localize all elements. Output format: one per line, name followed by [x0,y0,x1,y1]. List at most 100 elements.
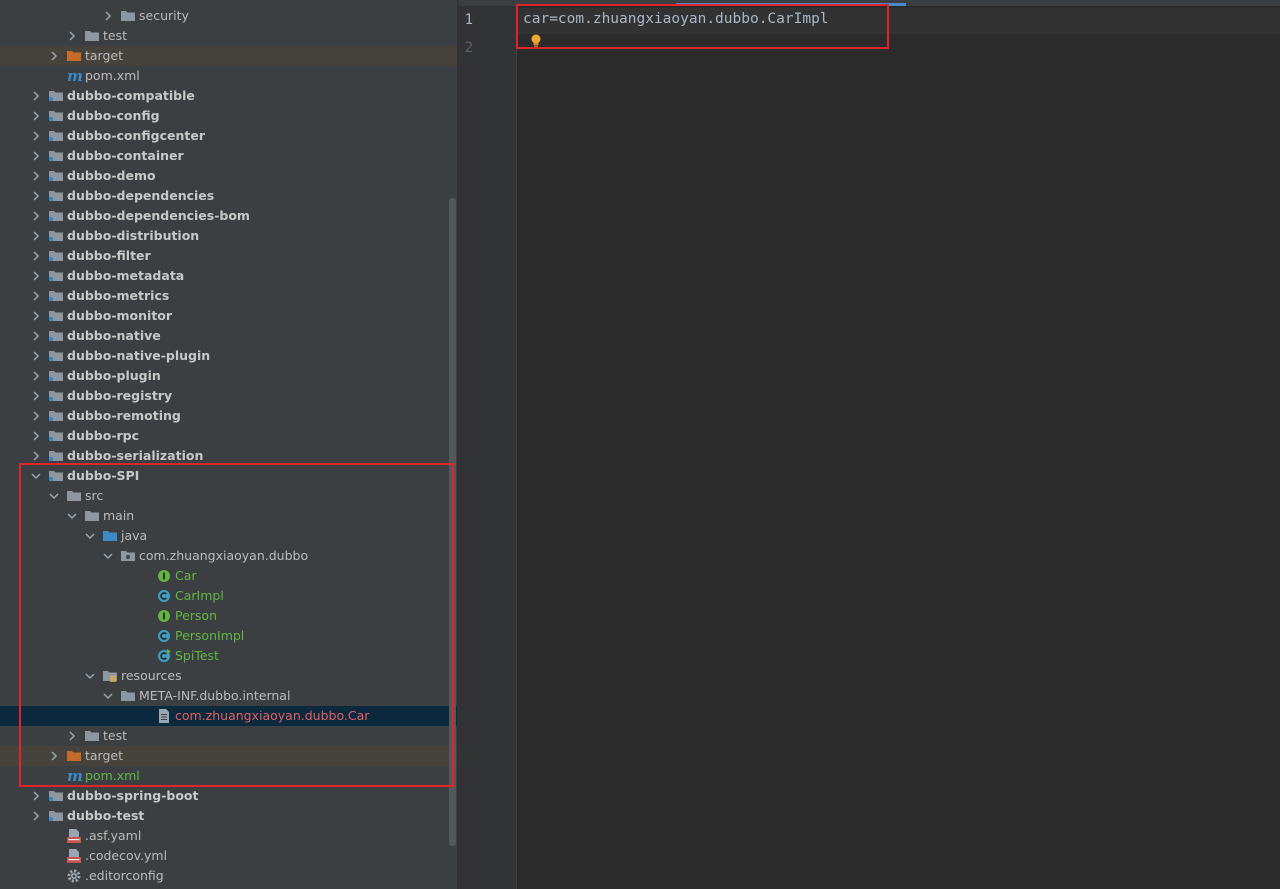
tree-item-dubbo-demo[interactable]: dubbo-demo [0,166,457,186]
folder-icon [120,688,136,704]
lightbulb-icon[interactable] [530,33,542,52]
chevron-right-icon[interactable] [64,726,80,746]
tree-item-com-zhuangxiaoyan-dubbo[interactable]: com.zhuangxiaoyan.dubbo [0,546,457,566]
module-icon [48,148,64,164]
chevron-right-icon[interactable] [28,126,44,146]
tree-item-dubbo-configcenter[interactable]: dubbo-configcenter [0,126,457,146]
chevron-right-icon[interactable] [28,106,44,126]
tree-item-dubbo-test[interactable]: dubbo-test [0,806,457,826]
tree-item-label: dubbo-filter [67,248,151,263]
tree-item-dubbo-distribution[interactable]: dubbo-distribution [0,226,457,246]
tree-item-security[interactable]: security [0,6,457,26]
tree-item-dubbo-spi[interactable]: dubbo-SPI [0,466,457,486]
chevron-down-icon[interactable] [46,486,62,506]
tree-item-dubbo-metrics[interactable]: dubbo-metrics [0,286,457,306]
tree-item-test[interactable]: test [0,26,457,46]
tree-item-label: dubbo-remoting [67,408,181,423]
tree-item-dubbo-remoting[interactable]: dubbo-remoting [0,406,457,426]
tree-item-dubbo-metadata[interactable]: dubbo-metadata [0,266,457,286]
chevron-right-icon[interactable] [28,146,44,166]
tree-item-dubbo-rpc[interactable]: dubbo-rpc [0,426,457,446]
source-folder-icon [102,528,118,544]
project-tree: security test target m pom.xml dubbo-compatib… [0,6,457,886]
tree-item-label: src [85,488,104,503]
line-number: 1 [464,12,473,28]
chevron-right-icon[interactable] [28,346,44,366]
chevron-down-icon[interactable] [100,686,116,706]
tree-scrollbar-thumb[interactable] [449,198,456,846]
tree-item-dubbo-container[interactable]: dubbo-container [0,146,457,166]
chevron-right-icon[interactable] [28,786,44,806]
module-icon [48,168,64,184]
chevron-right-icon[interactable] [28,446,44,466]
tree-item-pom-xml[interactable]: m pom.xml [0,66,457,86]
chevron-right-icon[interactable] [28,306,44,326]
tree-item-pom-xml[interactable]: m pom.xml [0,766,457,786]
chevron-right-icon[interactable] [28,326,44,346]
chevron-right-icon[interactable] [100,6,116,26]
chevron-right-icon[interactable] [28,286,44,306]
tree-item-dubbo-registry[interactable]: dubbo-registry [0,386,457,406]
chevron-down-icon[interactable] [82,526,98,546]
tree-item-car[interactable]: Car [0,566,457,586]
chevron-down-icon[interactable] [28,466,44,486]
tree-item-label: dubbo-serialization [67,448,204,463]
chevron-right-icon[interactable] [28,386,44,406]
chevron-right-icon[interactable] [28,406,44,426]
chevron-right-icon[interactable] [28,186,44,206]
chevron-right-icon[interactable] [28,86,44,106]
tree-item-dubbo-spring-boot[interactable]: dubbo-spring-boot [0,786,457,806]
tree-item-dubbo-native[interactable]: dubbo-native [0,326,457,346]
chevron-right-icon[interactable] [28,166,44,186]
chevron-right-icon[interactable] [28,206,44,226]
chevron-right-icon[interactable] [46,746,62,766]
svg-text:m: m [67,68,83,84]
tree-item-dubbo-native-plugin[interactable]: dubbo-native-plugin [0,346,457,366]
module-icon [48,108,64,124]
chevron-right-icon[interactable] [28,246,44,266]
tree-item-person[interactable]: Person [0,606,457,626]
chevron-down-icon[interactable] [64,506,80,526]
tree-item-dubbo-compatible[interactable]: dubbo-compatible [0,86,457,106]
tree-item-target[interactable]: target [0,46,457,66]
tree-item-spitest[interactable]: SpiTest [0,646,457,666]
chevron-right-icon[interactable] [28,426,44,446]
folder-icon [84,28,100,44]
chevron-right-icon[interactable] [28,226,44,246]
tree-item-dubbo-config[interactable]: dubbo-config [0,106,457,126]
chevron-right-icon[interactable] [28,366,44,386]
yaml-icon [66,848,82,864]
tree-item-meta-inf-dubbo-internal[interactable]: META-INF.dubbo.internal [0,686,457,706]
tree-item-personimpl[interactable]: PersonImpl [0,626,457,646]
chevron-down-icon[interactable] [100,546,116,566]
tree-item-asf-yaml[interactable]: .asf.yaml [0,826,457,846]
tree-item-dubbo-serialization[interactable]: dubbo-serialization [0,446,457,466]
tree-item-codecov-yml[interactable]: .codecov.yml [0,846,457,866]
tree-item-src[interactable]: src [0,486,457,506]
module-icon [48,328,64,344]
tree-item-main[interactable]: main [0,506,457,526]
tree-item-label: dubbo-config [67,108,160,123]
tree-item-dubbo-monitor[interactable]: dubbo-monitor [0,306,457,326]
tree-item-label: dubbo-SPI [67,468,140,483]
tree-item-dubbo-dependencies[interactable]: dubbo-dependencies [0,186,457,206]
tree-item-com-zhuangxiaoyan-dubbo-car[interactable]: com.zhuangxiaoyan.dubbo.Car [0,706,457,726]
tree-item-java[interactable]: java [0,526,457,546]
chevron-right-icon[interactable] [46,46,62,66]
tree-item-resources[interactable]: resources [0,666,457,686]
module-icon [48,288,64,304]
chevron-down-icon[interactable] [82,666,98,686]
tree-item-editorconfig[interactable]: .editorconfig [0,866,457,886]
chevron-right-icon[interactable] [28,806,44,826]
tree-item-dubbo-filter[interactable]: dubbo-filter [0,246,457,266]
code-line[interactable]: car=com.zhuangxiaoyan.dubbo.CarImpl [523,11,829,27]
chevron-right-icon[interactable] [28,266,44,286]
tree-item-label: SpiTest [175,648,219,663]
tree-item-target[interactable]: target [0,746,457,766]
tree-item-test[interactable]: test [0,726,457,746]
editor-gutter: 1 2 [459,6,517,889]
tree-item-carimpl[interactable]: CarImpl [0,586,457,606]
chevron-right-icon[interactable] [64,26,80,46]
tree-item-dubbo-plugin[interactable]: dubbo-plugin [0,366,457,386]
tree-item-dubbo-dependencies-bom[interactable]: dubbo-dependencies-bom [0,206,457,226]
